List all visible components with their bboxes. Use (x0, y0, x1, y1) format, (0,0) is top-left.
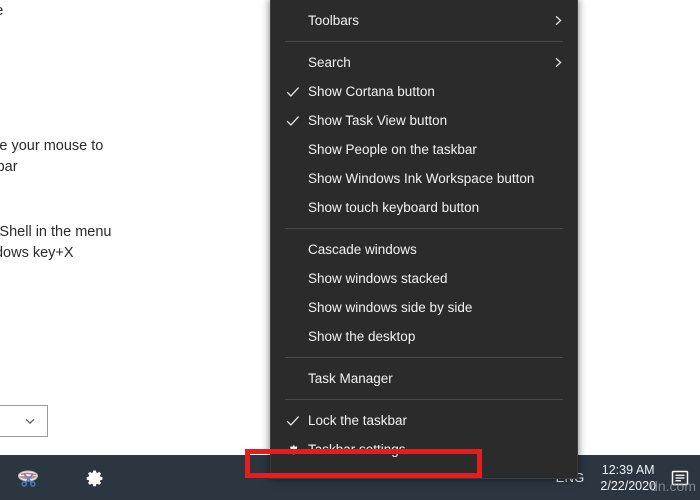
menu-item-show-touch-keyboard-button[interactable]: Show touch keyboard button (271, 193, 577, 222)
background-text-line: askbar (0, 159, 18, 175)
menu-item-show-windows-side-by-side[interactable]: Show windows side by side (271, 293, 577, 322)
menu-item-search[interactable]: Search (271, 48, 577, 77)
checkmark-icon (284, 106, 302, 135)
menu-separator (285, 41, 563, 42)
clock[interactable]: 12:39 AM 2/22/2020 (600, 462, 656, 494)
menu-item-label: Show People on the taskbar (308, 142, 477, 157)
taskbar-context-menu[interactable]: Toolbars Search Show Cortana button Show Ta… (270, 0, 578, 479)
menu-body: Toolbars Search Show Cortana button Show Ta… (271, 6, 577, 464)
menu-item-show-the-desktop[interactable]: Show the desktop (271, 322, 577, 351)
chevron-down-icon (23, 414, 37, 428)
gear-icon (284, 435, 302, 464)
menu-item-show-people-on-the-taskbar[interactable]: Show People on the taskbar (271, 135, 577, 164)
checkmark-icon (284, 77, 302, 106)
clock-date: 2/22/2020 (600, 478, 656, 493)
background-text-line: owerShell in the menu (0, 224, 112, 240)
dropdown-select[interactable] (0, 405, 48, 437)
menu-item-label: Show windows stacked (308, 271, 448, 286)
chevron-right-icon (552, 48, 564, 77)
menu-item-label: Show touch keyboard button (308, 200, 480, 215)
menu-separator (285, 357, 563, 358)
menu-item-label: Show the desktop (308, 329, 416, 344)
menu-item-show-task-view-button[interactable]: Show Task View button (271, 106, 577, 135)
menu-item-toolbars[interactable]: Toolbars (271, 6, 577, 35)
background-text-line: move your mouse to (0, 138, 104, 154)
background-text-line: Windows key+X (0, 245, 74, 261)
settings-gear-icon[interactable] (72, 455, 116, 500)
menu-item-task-manager[interactable]: Task Manager (271, 364, 577, 393)
checkmark-icon (284, 406, 302, 435)
menu-item-label: Cascade windows (308, 242, 417, 257)
snipping-tool-icon[interactable] (6, 455, 50, 500)
menu-item-show-windows-stacked[interactable]: Show windows stacked (271, 264, 577, 293)
background-text-line: le (0, 1, 3, 22)
menu-item-taskbar-settings[interactable]: Taskbar settings (271, 435, 577, 464)
menu-item-lock-the-taskbar[interactable]: Lock the taskbar (271, 406, 577, 435)
chevron-right-icon (552, 6, 564, 35)
menu-item-label: Show Windows Ink Workspace button (308, 171, 535, 186)
menu-item-label: Task Manager (308, 371, 393, 386)
menu-item-label: Toolbars (308, 13, 360, 28)
menu-separator (285, 399, 563, 400)
notification-icon[interactable] (670, 469, 690, 487)
menu-item-show-windows-ink-workspace-button[interactable]: Show Windows Ink Workspace button (271, 164, 577, 193)
menu-item-show-cortana-button[interactable]: Show Cortana button (271, 77, 577, 106)
menu-item-label: Show windows side by side (308, 300, 473, 315)
menu-item-cascade-windows[interactable]: Cascade windows (271, 235, 577, 264)
menu-separator (285, 228, 563, 229)
menu-item-label: Search (308, 55, 351, 70)
clock-time: 12:39 AM (601, 462, 655, 477)
